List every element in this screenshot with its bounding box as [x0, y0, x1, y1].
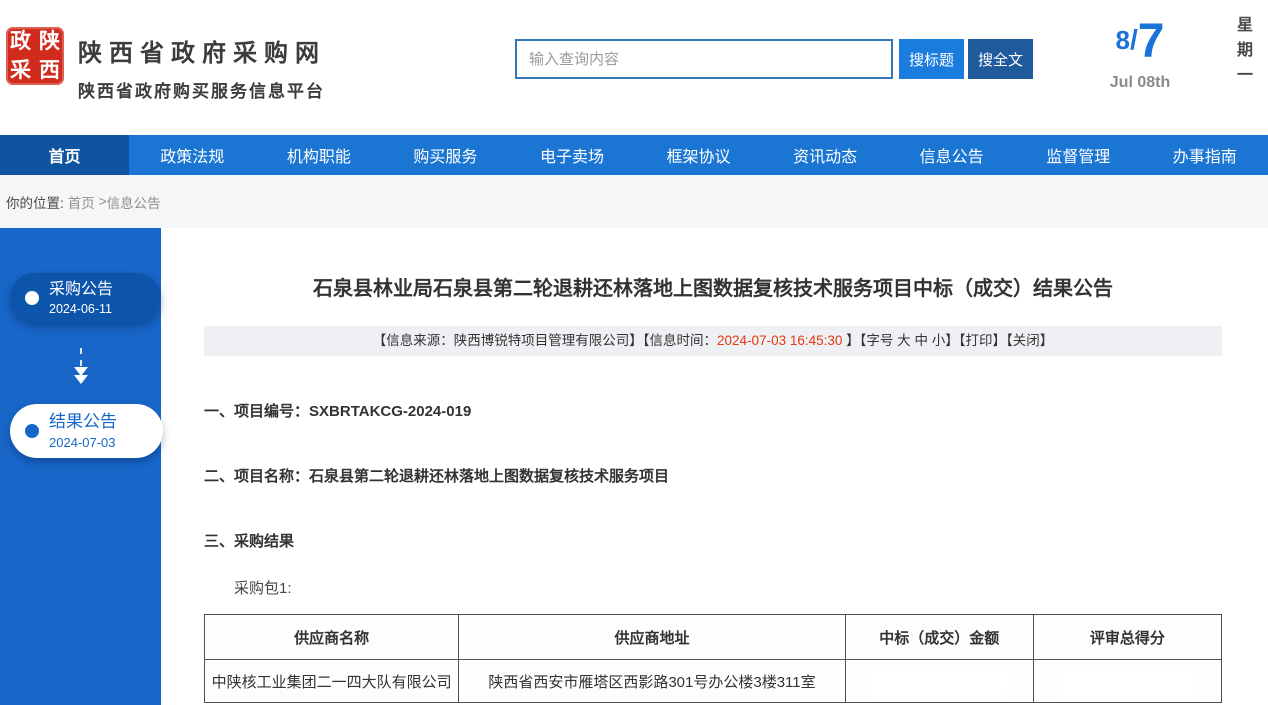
redacted-area: [1060, 668, 1195, 694]
nav-item-emarket[interactable]: 电子卖场: [509, 135, 636, 175]
close-button[interactable]: 【关闭】: [1006, 333, 1053, 348]
font-size-large-button[interactable]: 大: [897, 333, 911, 348]
info-time-value: 2024-07-03 16:45:30: [717, 333, 842, 348]
project-number-value: SXBRTAKCG-2024-019: [309, 403, 471, 420]
breadcrumb-separator: >: [99, 194, 107, 209]
date-day: 7: [1138, 15, 1165, 68]
sidebar-item-result-announcement[interactable]: 结果公告 2024-07-03: [10, 404, 163, 458]
search-bar: 搜标题 搜全文: [515, 39, 1033, 79]
breadcrumb-label: 你的位置:: [6, 192, 64, 212]
article-meta-bar: 【信息来源：陕西博锐特项目管理有限公司】【信息时间：2024-07-03 16:…: [204, 326, 1222, 356]
site-title: 陕西省政府采购网: [78, 33, 326, 68]
cell-supplier-name: 中陕核工业集团二一四大队有限公司: [205, 660, 459, 703]
main-nav: 首页 政策法规 机构职能 购买服务 电子卖场 框架协议 资讯动态 信息公告 监督…: [0, 135, 1268, 175]
nav-item-policies[interactable]: 政策法规: [129, 135, 256, 175]
nav-item-home[interactable]: 首页: [0, 135, 129, 175]
search-title-button[interactable]: 搜标题: [899, 39, 964, 79]
logo-char: 西: [35, 56, 64, 85]
info-time-prefix: 【信息时间：: [643, 333, 717, 348]
date-widget: 8/7 Jul 08th: [1085, 18, 1195, 92]
info-source: 【信息来源：陕西博锐特项目管理有限公司】: [373, 333, 643, 348]
header-supplier-name: 供应商名称: [205, 615, 459, 660]
logo-char: 政: [6, 27, 35, 56]
announcement-sidebar: 采购公告 2024-06-11 结果公告 2024-07-03: [0, 228, 161, 705]
weekday-label: 星期一: [1230, 16, 1254, 91]
bullet-dot-icon: [25, 424, 39, 438]
bullet-dot-icon: [25, 291, 39, 305]
header-supplier-address: 供应商地址: [459, 615, 845, 660]
logo-char: 陕: [35, 27, 64, 56]
flow-arrow-down-icon: [0, 348, 161, 396]
section-project-name: 二、项目名称：石泉县第二轮退耕还林落地上图数据复核技术服务项目: [204, 465, 1222, 486]
article-title: 石泉县林业局石泉县第二轮退耕还林落地上图数据复核技术服务项目中标（成交）结果公告: [204, 272, 1222, 301]
section-label: 三、采购结果: [204, 533, 294, 550]
sidebar-item-title: 结果公告: [49, 412, 117, 432]
header-award-amount: 中标（成交）金额: [845, 615, 1033, 660]
cell-award-amount: [845, 660, 1033, 703]
font-size-small-button[interactable]: 小: [932, 333, 946, 348]
logo-char: 采: [6, 56, 35, 85]
cell-evaluation-score: [1033, 660, 1221, 703]
font-size-prefix: 【字号: [860, 333, 894, 348]
date-month: 8: [1116, 25, 1130, 55]
nav-item-functions[interactable]: 机构职能: [256, 135, 383, 175]
site-logo: 政 陕 采 西: [6, 27, 64, 85]
sidebar-item-title: 采购公告: [49, 280, 113, 299]
section-project-number: 一、项目编号：SXBRTAKCG-2024-019: [204, 400, 1222, 421]
nav-item-news[interactable]: 资讯动态: [762, 135, 889, 175]
print-button[interactable]: 【打印】: [959, 333, 1006, 348]
search-input[interactable]: [515, 39, 893, 79]
date-slash: /: [1130, 24, 1138, 55]
info-time-suffix: 】: [842, 333, 859, 348]
nav-item-purchase-services[interactable]: 购买服务: [382, 135, 509, 175]
site-header: 政 陕 采 西 陕西省政府采购网 陕西省政府购买服务信息平台 搜标题 搜全文 8…: [0, 0, 1268, 135]
font-size-suffix: 】: [945, 333, 959, 348]
breadcrumb-current-link[interactable]: 信息公告: [107, 192, 161, 212]
sidebar-item-procurement-announcement[interactable]: 采购公告 2024-06-11: [10, 273, 161, 323]
nav-item-guide[interactable]: 办事指南: [1142, 135, 1268, 175]
cell-supplier-address: 陕西省西安市雁塔区西影路301号办公楼3楼311室: [459, 660, 845, 703]
section-label: 二、项目名称：: [204, 468, 309, 485]
breadcrumb: 你的位置: 首页 > 信息公告: [0, 175, 1268, 228]
article-content: 石泉县林业局石泉县第二轮退耕还林落地上图数据复核技术服务项目中标（成交）结果公告…: [204, 228, 1222, 705]
sidebar-item-date: 2024-06-11: [49, 302, 113, 316]
date-english: Jul 08th: [1085, 74, 1195, 92]
package-label: 采购包1:: [204, 577, 1222, 598]
table-row: 中陕核工业集团二一四大队有限公司 陕西省西安市雁塔区西影路301号办公楼3楼31…: [205, 660, 1222, 703]
header-evaluation-score: 评审总得分: [1033, 615, 1221, 660]
breadcrumb-home-link[interactable]: 首页: [68, 192, 95, 212]
search-fulltext-button[interactable]: 搜全文: [968, 39, 1033, 79]
section-procurement-result: 三、采购结果 采购包1:: [204, 530, 1222, 598]
nav-item-announcements[interactable]: 信息公告: [888, 135, 1015, 175]
project-name-value: 石泉县第二轮退耕还林落地上图数据复核技术服务项目: [309, 468, 669, 485]
redacted-area: [872, 668, 1007, 694]
font-size-medium-button[interactable]: 中: [914, 333, 928, 348]
nav-item-framework-agreement[interactable]: 框架协议: [635, 135, 762, 175]
table-header-row: 供应商名称 供应商地址 中标（成交）金额 评审总得分: [205, 615, 1222, 660]
sidebar-item-date: 2024-07-03: [49, 435, 117, 450]
nav-item-supervision[interactable]: 监督管理: [1015, 135, 1142, 175]
site-subtitle: 陕西省政府购买服务信息平台: [78, 77, 326, 102]
section-label: 一、项目编号：: [204, 403, 309, 420]
result-table: 供应商名称 供应商地址 中标（成交）金额 评审总得分 中陕核工业集团二一四大队有…: [204, 614, 1222, 703]
